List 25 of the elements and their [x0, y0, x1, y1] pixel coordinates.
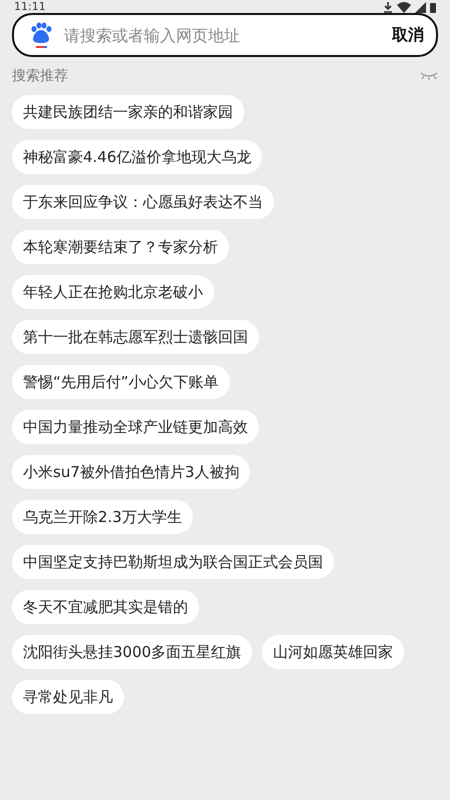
suggestion-chip[interactable]: 乌克兰开除2.3万大学生 [12, 500, 193, 534]
suggestion-chip[interactable]: 第十一批在韩志愿军烈士遗骸回国 [12, 320, 259, 354]
download-icon [383, 2, 393, 12]
suggestion-chip[interactable]: 共建民族团结一家亲的和谐家园 [12, 95, 244, 129]
suggestion-chip[interactable]: 中国坚定支持巴勒斯坦成为联合国正式会员国 [12, 545, 334, 579]
suggestion-chip[interactable]: 于东来回应争议：心愿虽好表达不当 [12, 185, 274, 219]
suggestion-chip[interactable]: 年轻人正在抢购北京老破小 [12, 275, 214, 309]
suggestion-chip[interactable]: 沈阳街头悬挂3000多面五星红旗 [12, 635, 252, 669]
suggestion-chip[interactable]: 神秘富豪4.46亿溢价拿地现大乌龙 [12, 140, 262, 174]
battery-icon [430, 2, 436, 12]
paw-logo-icon [30, 22, 52, 48]
suggestion-chip[interactable]: 山河如愿英雄回家 [262, 635, 404, 669]
section-title: 搜索推荐 [12, 67, 68, 85]
suggestion-chip[interactable]: 警惕“先用后付”小心欠下账单 [12, 365, 230, 399]
suggestion-chip[interactable]: 中国力量推动全球产业链更加高效 [12, 410, 259, 444]
suggestion-chip[interactable]: 冬天不宜减肥其实是错的 [12, 590, 199, 624]
cancel-button[interactable]: 取消 [392, 24, 424, 46]
suggestion-chip[interactable]: 寻常处见非凡 [12, 680, 124, 714]
search-bar[interactable]: 请搜索或者输入网页地址 取消 [12, 13, 438, 57]
search-field[interactable]: 请搜索或者输入网页地址 [64, 26, 380, 44]
wifi-icon [397, 2, 411, 12]
suggestion-chip[interactable]: 本轮寒潮要结束了？专家分析 [12, 230, 229, 264]
status-time: 11:11 [14, 1, 46, 13]
closed-eye-icon[interactable] [420, 72, 438, 80]
suggestion-chip[interactable]: 小米su7被外借拍色情片3人被拘 [12, 455, 250, 489]
